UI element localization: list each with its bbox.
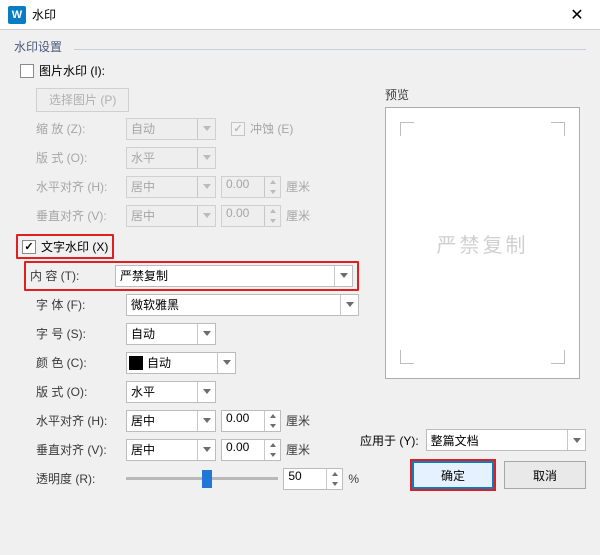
image-valign-label: 垂直对齐 (V): bbox=[36, 207, 121, 224]
image-layout-select: 水平 bbox=[126, 147, 216, 169]
text-valign-label: 垂直对齐 (V): bbox=[36, 441, 121, 458]
crop-br-icon bbox=[551, 350, 565, 364]
text-layout-select[interactable]: 水平 bbox=[126, 381, 216, 403]
image-halign-label: 水平对齐 (H): bbox=[36, 178, 121, 195]
text-halign-spinner[interactable]: 0.00 bbox=[221, 410, 281, 432]
group-divider bbox=[74, 49, 586, 50]
preview-label: 预览 bbox=[385, 86, 580, 103]
image-valign-select: 居中 bbox=[126, 205, 216, 227]
titlebar: W 水印 ✕ bbox=[0, 0, 600, 30]
crop-tl-icon bbox=[400, 122, 414, 136]
image-watermark-label: 图片水印 (I): bbox=[39, 62, 105, 79]
size-label: 字 号 (S): bbox=[36, 325, 121, 342]
text-watermark-highlight: 文字水印 (X) bbox=[16, 234, 114, 259]
size-select[interactable]: 自动 bbox=[126, 323, 216, 345]
text-halign-unit: 厘米 bbox=[286, 412, 310, 429]
scale-select: 自动 bbox=[126, 118, 216, 140]
text-halign-select[interactable]: 居中 bbox=[126, 410, 216, 432]
close-button[interactable]: ✕ bbox=[562, 5, 592, 25]
apply-select[interactable]: 整篇文档 bbox=[426, 429, 586, 451]
erosion-label: 冲蚀 (E) bbox=[250, 120, 293, 137]
window-title: 水印 bbox=[32, 6, 562, 23]
opacity-unit: % bbox=[348, 472, 359, 486]
crop-tr-icon bbox=[551, 122, 565, 136]
color-label: 颜 色 (C): bbox=[36, 354, 121, 371]
ok-button[interactable]: 确定 bbox=[412, 461, 494, 489]
text-layout-label: 版 式 (O): bbox=[36, 383, 121, 400]
content-label: 内 容 (T): bbox=[30, 267, 110, 284]
cancel-button[interactable]: 取消 bbox=[504, 461, 586, 489]
preview-pane: 预览 严禁复制 bbox=[385, 86, 580, 379]
text-valign-select[interactable]: 居中 bbox=[126, 439, 216, 461]
font-select[interactable]: 微软雅黑 bbox=[126, 294, 359, 316]
group-label: 水印设置 bbox=[14, 38, 586, 57]
image-valign-spinner: 0.00 bbox=[221, 205, 281, 227]
select-image-button: 选择图片 (P) bbox=[36, 88, 129, 112]
opacity-label: 透明度 (R): bbox=[36, 470, 121, 487]
content-select[interactable]: 严禁复制 bbox=[115, 265, 353, 287]
image-layout-label: 版 式 (O): bbox=[36, 149, 121, 166]
font-label: 字 体 (F): bbox=[36, 296, 121, 313]
scale-label: 缩 放 (Z): bbox=[36, 120, 121, 137]
app-icon: W bbox=[8, 6, 26, 24]
opacity-spinner[interactable]: 50 bbox=[283, 468, 343, 490]
preview-box: 严禁复制 bbox=[385, 107, 580, 379]
crop-bl-icon bbox=[400, 350, 414, 364]
text-valign-spinner[interactable]: 0.00 bbox=[221, 439, 281, 461]
image-halign-spinner: 0.00 bbox=[221, 176, 281, 198]
apply-label: 应用于 (Y): bbox=[360, 432, 419, 449]
text-watermark-label: 文字水印 (X) bbox=[41, 238, 108, 255]
text-valign-unit: 厘米 bbox=[286, 441, 310, 458]
image-halign-select: 居中 bbox=[126, 176, 216, 198]
text-watermark-checkbox[interactable] bbox=[22, 240, 36, 254]
opacity-slider[interactable] bbox=[126, 468, 278, 490]
content-highlight: 内 容 (T): 严禁复制 bbox=[24, 261, 359, 291]
preview-watermark-text: 严禁复制 bbox=[437, 229, 529, 258]
text-halign-label: 水平对齐 (H): bbox=[36, 412, 121, 429]
erosion-checkbox bbox=[231, 122, 245, 136]
image-halign-unit: 厘米 bbox=[286, 178, 310, 195]
image-valign-unit: 厘米 bbox=[286, 207, 310, 224]
color-select[interactable]: 自动 bbox=[126, 352, 236, 374]
image-watermark-checkbox[interactable] bbox=[20, 64, 34, 78]
